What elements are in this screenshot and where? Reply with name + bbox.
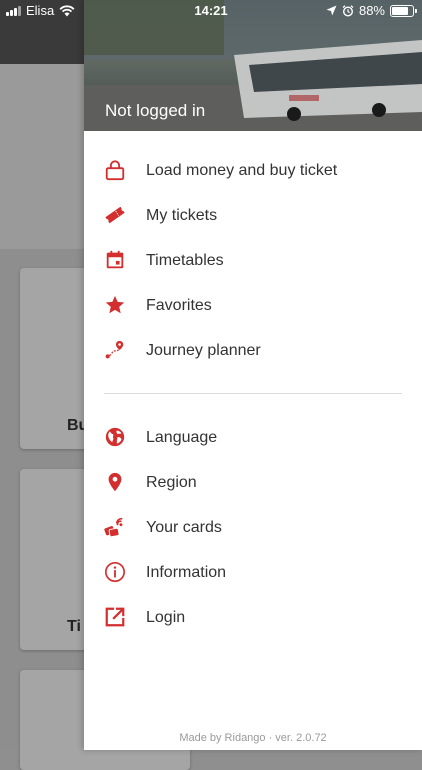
cards-icon — [104, 517, 123, 538]
footer-version: Made by Ridango · ver. 2.0.72 — [179, 732, 327, 744]
battery-icon — [390, 4, 417, 17]
menu-item-label: Load money and buy ticket — [146, 161, 338, 179]
alarm-icon — [342, 4, 354, 17]
info-icon — [105, 562, 125, 582]
menu-item-label: Region — [146, 473, 197, 491]
secondary-menu: Language Region Your cards Information L… — [84, 415, 422, 640]
menu-divider — [104, 393, 402, 394]
navigation-drawer: Not logged in Load money and buy ticket … — [84, 0, 422, 750]
menu-item-label: Login — [146, 608, 186, 626]
globe-icon — [105, 427, 125, 447]
menu-item-language[interactable]: Language — [84, 415, 422, 460]
star-icon — [105, 295, 125, 314]
menu-item-label: Information — [146, 563, 227, 581]
location-pin-icon — [108, 472, 122, 492]
menu-item-label: Journey planner — [146, 341, 261, 359]
menu-item-journey-planner[interactable]: Journey planner — [84, 328, 422, 373]
menu-item-region[interactable]: Region — [84, 460, 422, 505]
menu-item-login[interactable]: Login — [84, 595, 422, 640]
menu-item-label: Timetables — [146, 251, 224, 269]
login-icon — [105, 607, 125, 627]
menu-item-timetables[interactable]: Timetables — [84, 238, 422, 283]
calendar-icon — [106, 250, 124, 269]
menu-item-label: Favorites — [146, 296, 212, 314]
battery-percent: 88% — [358, 3, 385, 18]
login-status: Not logged in — [105, 101, 206, 120]
menu-item-label: Language — [146, 428, 218, 446]
background-card-label: Ti — [67, 618, 81, 635]
route-icon — [105, 340, 124, 359]
menu-item-label: My tickets — [146, 206, 218, 224]
status-right: 88% — [326, 3, 417, 18]
location-arrow-icon — [326, 5, 337, 16]
primary-menu: Load money and buy ticket My tickets Tim… — [84, 148, 422, 373]
menu-item-label: Your cards — [146, 518, 222, 536]
lock-icon — [105, 160, 125, 181]
menu-item-load-money[interactable]: Load money and buy ticket — [84, 148, 422, 193]
status-bar: Elisa 14:21 88% — [0, 0, 422, 22]
menu-item-my-tickets[interactable]: My tickets — [84, 193, 422, 238]
menu-item-your-cards[interactable]: Your cards — [84, 505, 422, 550]
menu-item-information[interactable]: Information — [84, 550, 422, 595]
menu-item-favorites[interactable]: Favorites — [84, 283, 422, 328]
ticket-icon — [105, 206, 125, 224]
